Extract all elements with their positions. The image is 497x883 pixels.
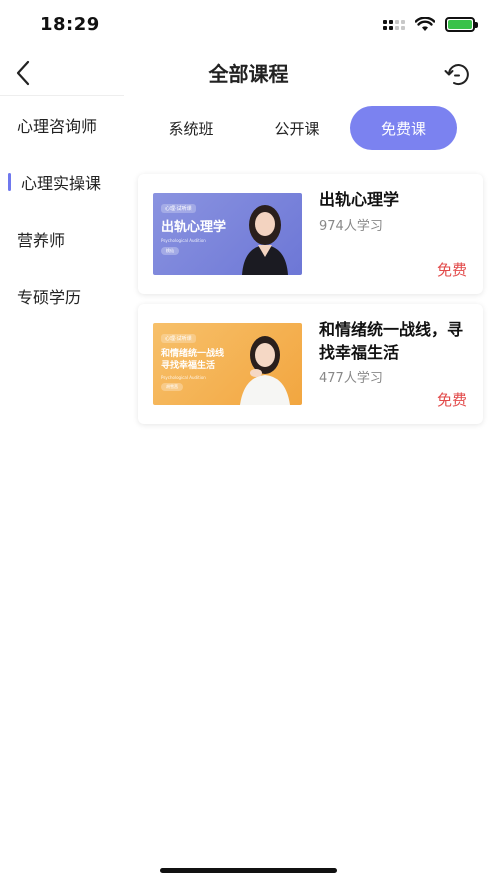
thumb-title: 出轨心理学 bbox=[161, 220, 227, 235]
category-sidebar: 心理咨询师 心理实操课 营养师 专硕学历 bbox=[0, 96, 124, 324]
course-price: 免费 bbox=[436, 391, 467, 409]
home-indicator bbox=[160, 868, 337, 873]
page-title: 全部课程 bbox=[208, 62, 289, 86]
course-title: 和情绪统一战线，寻找幸福生活 bbox=[319, 320, 464, 362]
battery-icon bbox=[445, 17, 478, 32]
nav-bar: 全部课程 bbox=[0, 50, 497, 96]
tab-free-class[interactable]: 免费课 bbox=[350, 106, 457, 150]
course-price: 免费 bbox=[436, 261, 467, 279]
course-learners: 477人学习 bbox=[319, 371, 383, 386]
teacher-portrait-icon bbox=[242, 205, 288, 275]
course-thumbnail: 心理·试听课 出轨心理学 Psychological Audition 桃仙 bbox=[153, 193, 302, 275]
thumb-title: 和情绪统一战线 bbox=[161, 349, 225, 359]
sidebar-item-label: 心理咨询师 bbox=[17, 116, 98, 136]
thumb-tag: 心理·试听课 bbox=[161, 334, 196, 343]
active-indicator bbox=[8, 173, 11, 191]
course-card[interactable]: 心理·试听课 和情绪统一战线 寻找幸福生活 Psychological Audi… bbox=[138, 304, 483, 424]
tab-open-class[interactable]: 公开课 bbox=[254, 106, 340, 150]
thumb-tag: 心理·试听课 bbox=[161, 204, 196, 213]
sidebar-item-practical[interactable]: 心理实操课 bbox=[0, 153, 124, 210]
sidebar-item-nutritionist[interactable]: 营养师 bbox=[0, 210, 124, 267]
course-type-tabs: 系统班 公开课 免费课 bbox=[138, 106, 484, 150]
course-card[interactable]: 心理·试听课 出轨心理学 Psychological Audition 桃仙 出… bbox=[138, 174, 483, 294]
thumb-title-line2: 寻找幸福生活 bbox=[161, 361, 216, 371]
sidebar-item-label: 心理实操课 bbox=[21, 173, 102, 193]
sidebar-item-masters[interactable]: 专硕学历 bbox=[0, 267, 124, 324]
tab-system-class[interactable]: 系统班 bbox=[148, 106, 234, 150]
course-title: 出轨心理学 bbox=[319, 190, 400, 209]
thumb-subtitle: Psychological Audition bbox=[161, 375, 206, 380]
course-thumbnail: 心理·试听课 和情绪统一战线 寻找幸福生活 Psychological Audi… bbox=[153, 323, 302, 405]
course-learners: 974人学习 bbox=[319, 219, 383, 234]
status-icons bbox=[383, 17, 478, 32]
thumb-teacher: 桃仙 bbox=[161, 247, 179, 255]
thumb-teacher: 胡雪茜 bbox=[161, 383, 183, 391]
teacher-portrait-icon bbox=[240, 336, 290, 405]
sidebar-item-label: 专硕学历 bbox=[17, 287, 82, 307]
status-time: 18:29 bbox=[40, 14, 100, 35]
refresh-icon[interactable] bbox=[443, 60, 473, 90]
thumb-subtitle: Psychological Audition bbox=[161, 238, 206, 243]
status-bar: 18:29 bbox=[0, 0, 497, 50]
sidebar-item-label: 营养师 bbox=[17, 230, 66, 250]
sidebar-item-counselor[interactable]: 心理咨询师 bbox=[0, 96, 124, 153]
cellular-signal-icon bbox=[383, 19, 405, 30]
wifi-icon bbox=[415, 17, 435, 31]
